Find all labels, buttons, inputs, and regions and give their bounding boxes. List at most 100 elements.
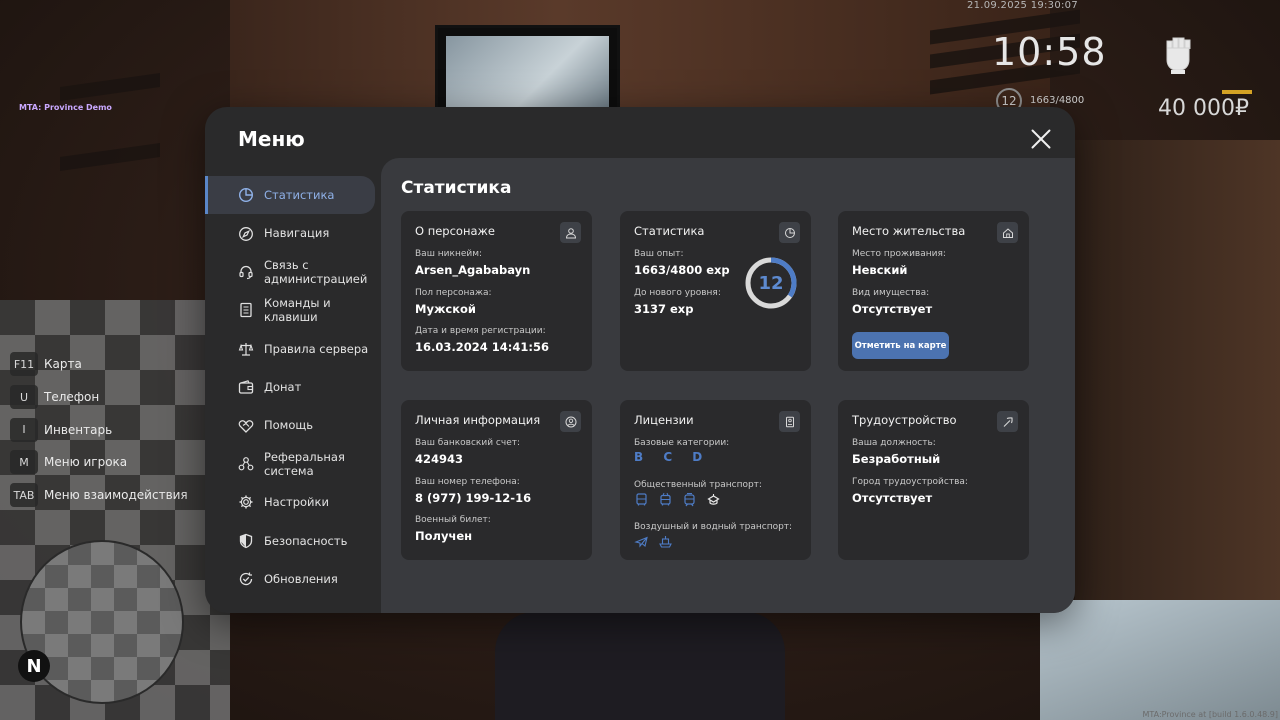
compass-icon: [238, 226, 254, 242]
field-value: Отсутствует: [852, 302, 933, 316]
sidebar-item-commands[interactable]: Команды и клавиши: [205, 291, 381, 329]
sidebar-item-updates[interactable]: Обновления: [205, 560, 381, 598]
position-field: Ваша должность: Безработный: [852, 438, 940, 466]
content-panel: Статистика О персонаже Ваш никнейм: Arse…: [381, 158, 1075, 613]
sidebar-item-label: Донат: [264, 379, 302, 394]
handshake-icon: [238, 418, 254, 434]
hotkey-map[interactable]: F11 Карта: [10, 348, 188, 381]
sidebar-item-navigation[interactable]: Навигация: [205, 214, 381, 252]
hud-clock: 10:58: [992, 30, 1107, 74]
field-label: Вид имущества:: [852, 288, 930, 298]
minimap[interactable]: [20, 540, 184, 704]
id-badge-icon: [779, 411, 800, 432]
boat-icon: [658, 534, 673, 549]
sidebar-item-donate[interactable]: Донат: [205, 368, 381, 406]
residence-field: Место проживания: Невский: [852, 249, 946, 277]
field-label: Ваш опыт:: [634, 249, 684, 259]
close-button[interactable]: [1029, 127, 1053, 151]
refresh-check-icon: [238, 571, 254, 587]
sidebar-item-label: Безопасность: [264, 533, 348, 548]
tram-icon: [682, 492, 697, 507]
card-title: Статистика: [634, 224, 705, 238]
field-value: Невский: [852, 263, 908, 277]
field-value: 424943: [415, 452, 464, 466]
base-categories-label: Базовые категории:: [634, 438, 730, 448]
money-bar: [1222, 90, 1252, 94]
scales-icon: [238, 341, 254, 357]
key-badge: F11: [10, 352, 38, 377]
exp-field: Ваш опыт: 1663/4800 exp: [634, 249, 730, 277]
sidebar-item-rules[interactable]: Правила сервера: [205, 330, 381, 368]
sidebar-item-label: Помощь: [264, 418, 314, 433]
sidebar-item-admin-contact[interactable]: Связь с администрацией: [205, 253, 381, 291]
network-icon: [238, 456, 254, 472]
card-employment: Трудоустройство Ваша должность: Безработ…: [838, 400, 1029, 560]
hud-datetime: 21.09.2025 19:30:07: [966, 0, 1078, 11]
sidebar-item-help[interactable]: Помощь: [205, 406, 381, 444]
sidebar: Статистика Навигация Связь с администрац…: [205, 176, 381, 598]
key-badge: U: [10, 385, 38, 410]
field-label: Ваш номер телефона:: [415, 477, 520, 487]
level-number: 12: [758, 272, 784, 294]
pickaxe-icon: [997, 411, 1018, 432]
bank-field: Ваш банковский счет: 424943: [415, 438, 520, 466]
document-icon: [238, 302, 254, 318]
field-label: Город трудоустройства:: [852, 477, 968, 487]
menu-title: Меню: [238, 127, 305, 151]
card-title: Трудоустройство: [852, 413, 957, 427]
hotkey-phone[interactable]: U Телефон: [10, 381, 188, 414]
hotkey-label: Меню взаимодействия: [44, 488, 188, 503]
hotkey-label: Карта: [44, 357, 82, 372]
field-value: Мужской: [415, 302, 476, 316]
sidebar-item-security[interactable]: Безопасность: [205, 522, 381, 560]
field-label: Дата и время регистрации:: [415, 326, 546, 336]
server-label: MTA: Province Demo: [19, 103, 112, 112]
counter: [1040, 600, 1280, 720]
user-circle-icon: [560, 411, 581, 432]
blind-slat: [60, 142, 160, 172]
main-menu-window: Меню Статистика Навигация Связь с админи…: [205, 107, 1075, 613]
phone-field: Ваш номер телефона: 8 (977) 199-12-16: [415, 477, 531, 505]
sidebar-item-settings[interactable]: Настройки: [205, 483, 381, 521]
air-water-icons: [634, 534, 673, 549]
hud-money: 40 000₽: [1158, 96, 1249, 121]
gender-field: Пол персонажа: Мужской: [415, 288, 492, 316]
wall-painting: [435, 25, 620, 120]
card-title: Личная информация: [415, 413, 541, 427]
hotkey-player-menu[interactable]: M Меню игрока: [10, 446, 188, 479]
compass-north-icon: N: [18, 650, 50, 682]
sidebar-item-label: Навигация: [264, 226, 330, 241]
base-categories: B C D: [634, 450, 711, 464]
card-title: Лицензии: [634, 413, 694, 427]
hotkey-inventory[interactable]: I Инвентарь: [10, 413, 188, 446]
gear-icon: [238, 494, 254, 510]
airplane-icon: [634, 534, 649, 549]
card-title: О персонаже: [415, 224, 495, 238]
field-value: 8 (977) 199-12-16: [415, 491, 532, 505]
field-label: До нового уровня:: [634, 288, 721, 298]
sidebar-item-label: Команды и клавиши: [264, 295, 331, 325]
mark-on-map-button[interactable]: Отметить на карте: [852, 332, 949, 359]
page-title: Статистика: [401, 178, 512, 198]
nickname-field: Ваш никнейм: Arsen_Agababayn: [415, 249, 530, 277]
registration-field: Дата и время регистрации: 16.03.2024 14:…: [415, 326, 549, 354]
field-label: Ваша должность:: [852, 438, 936, 448]
card-character: О персонаже Ваш никнейм: Arsen_Agababayn…: [401, 211, 592, 371]
key-badge: TAB: [10, 483, 38, 508]
fist-icon: [1162, 34, 1196, 74]
field-value: Безработный: [852, 452, 941, 466]
field-value: 16.03.2024 14:41:56: [415, 340, 549, 354]
shield-icon: [238, 533, 254, 549]
card-title: Место жительства: [852, 224, 966, 238]
sidebar-item-referral[interactable]: Реферальная система: [205, 445, 381, 483]
property-field: Вид имущества: Отсутствует: [852, 288, 932, 316]
sidebar-item-label: Связь с администрацией: [264, 257, 368, 286]
sidebar-item-statistics[interactable]: Статистика: [205, 176, 375, 215]
field-label: Пол персонажа:: [415, 288, 492, 298]
pie-chart-icon: [238, 187, 254, 203]
next-level-field: До нового уровня: 3137 exp: [634, 288, 721, 316]
air-water-label: Воздушный и водный транспорт:: [634, 522, 793, 532]
employment-city-field: Город трудоустройства: Отсутствует: [852, 477, 968, 505]
hotkey-interaction-menu[interactable]: TAB Меню взаимодействия: [10, 479, 188, 512]
field-value: 1663/4800 exp: [634, 263, 730, 277]
